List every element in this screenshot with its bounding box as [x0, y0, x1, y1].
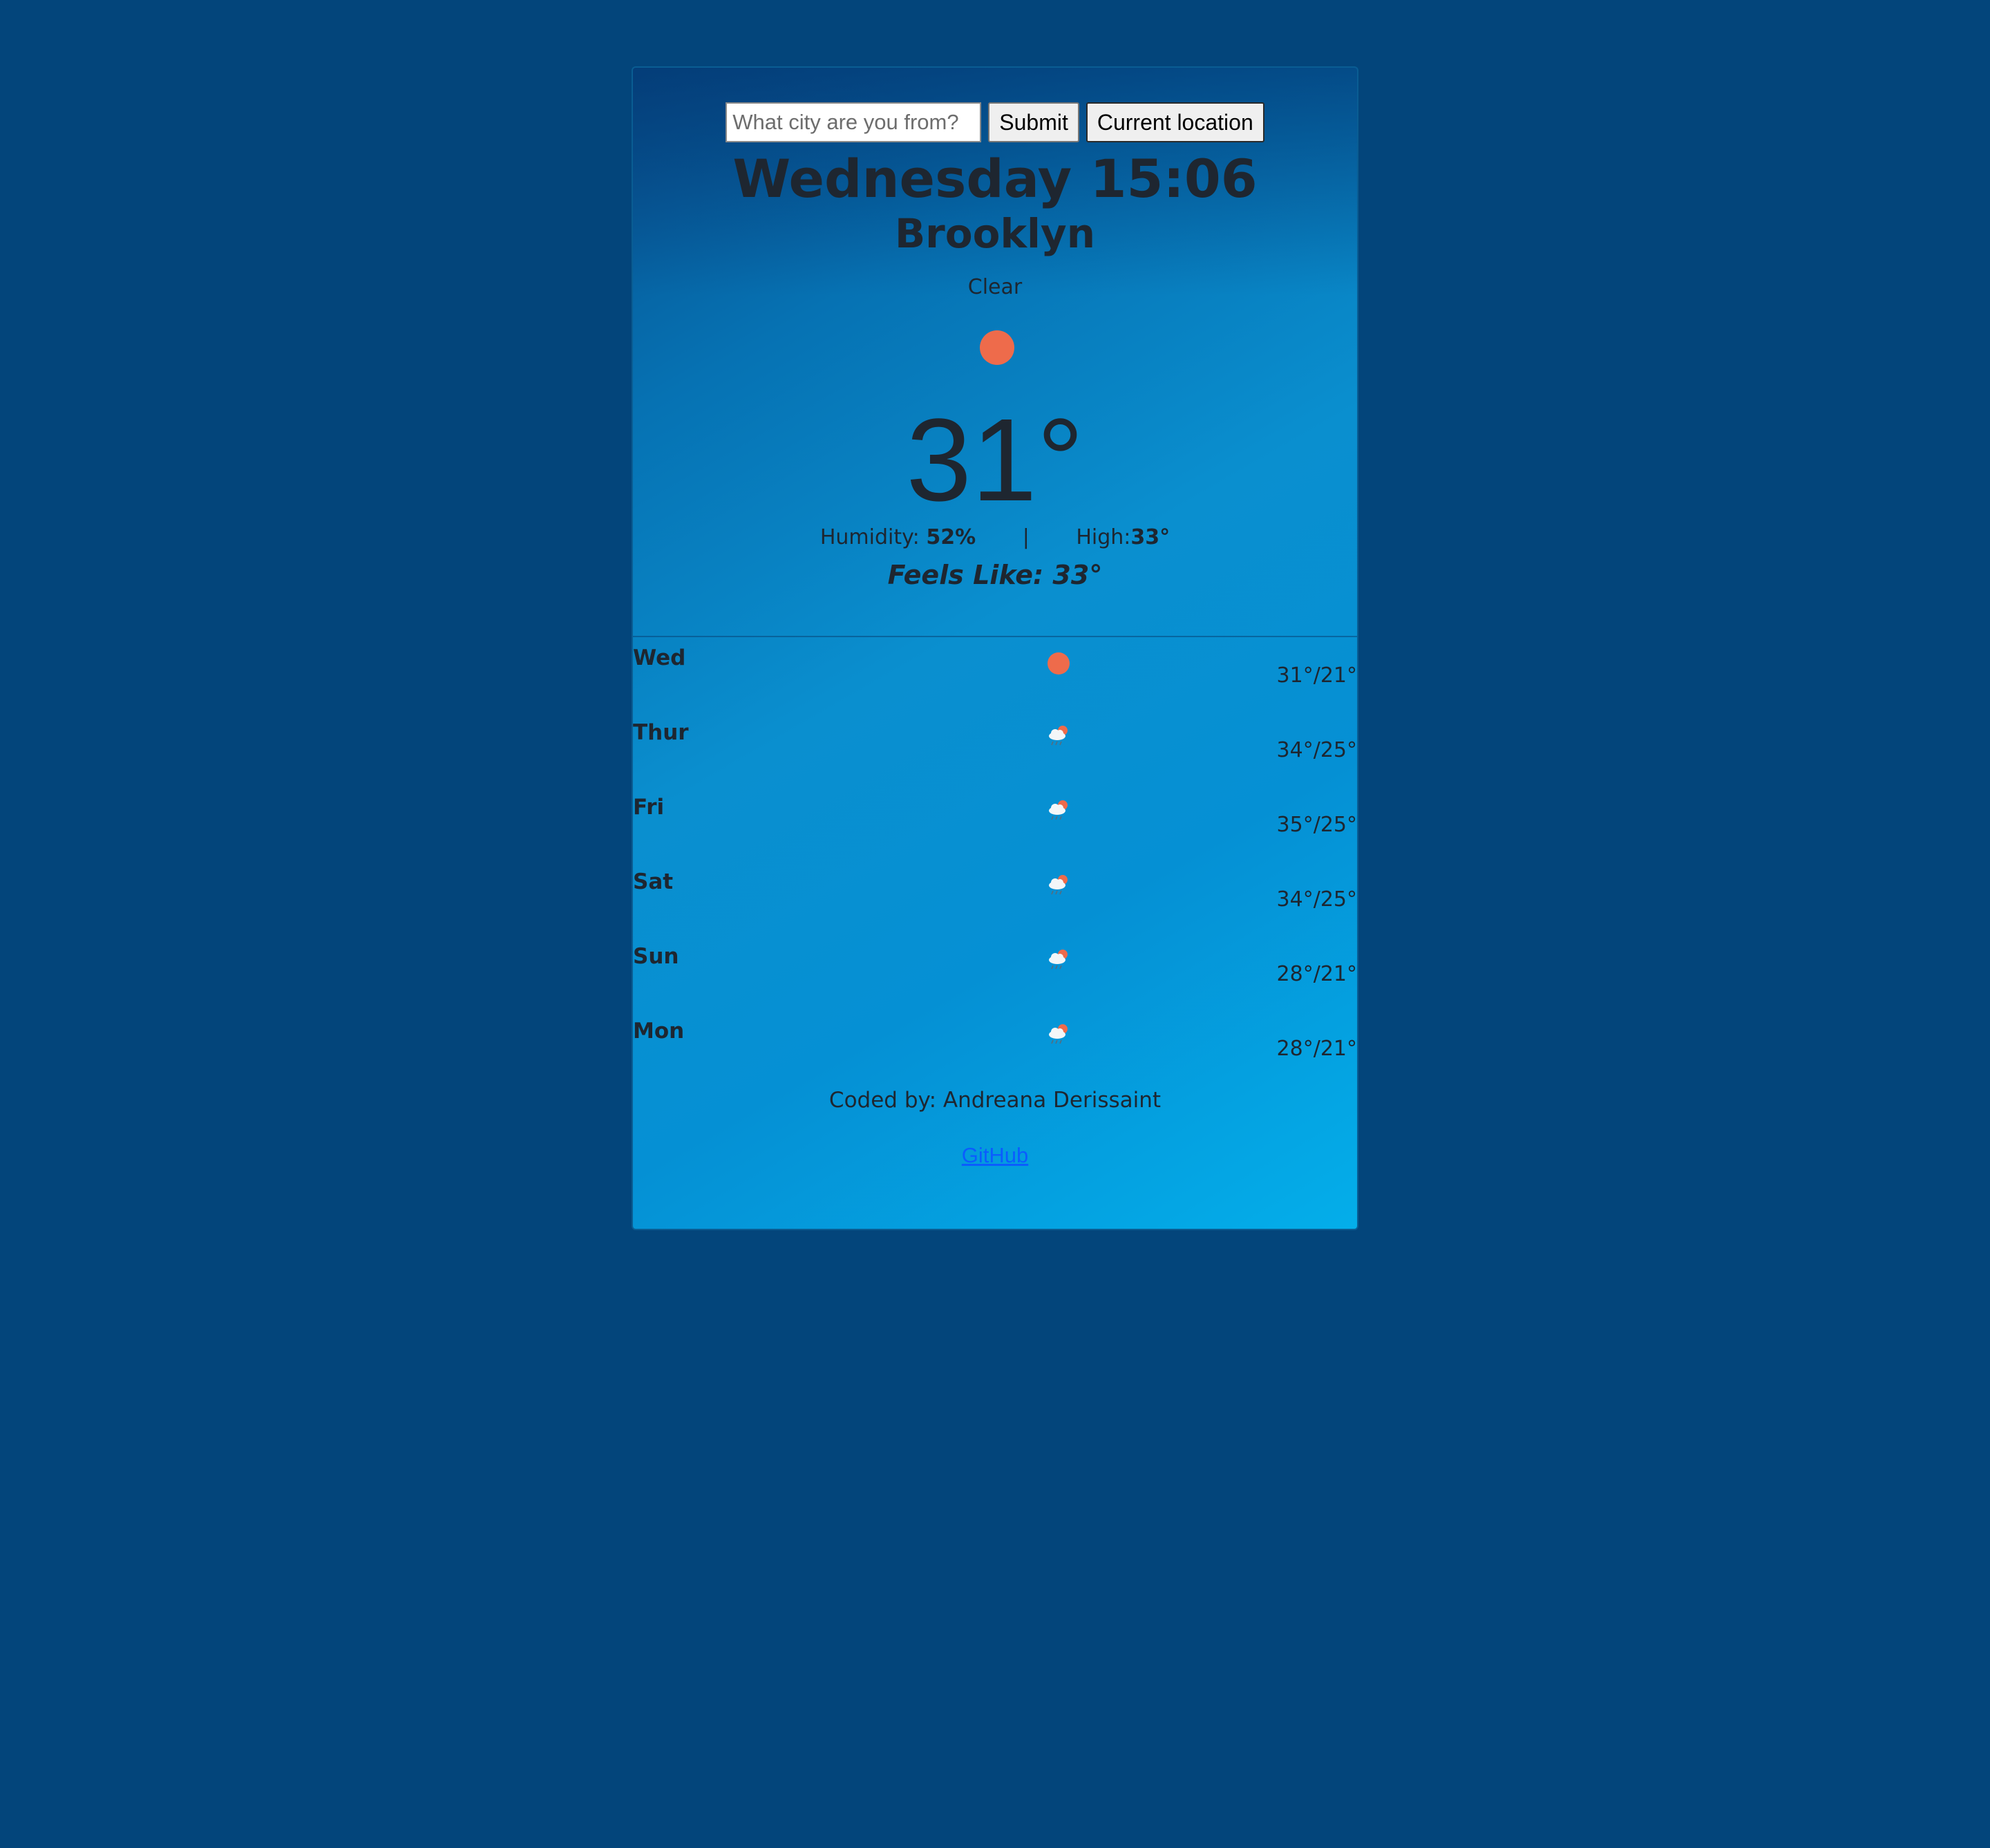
sun-icon	[1048, 652, 1070, 675]
forecast-list: Wed 31°/21° Thur 34°/25° Fri 35°/25° Sat…	[633, 645, 1357, 1093]
weather-stats: Humidity: 52% | High:33°	[633, 525, 1357, 549]
forecast-temps: 34°/25°	[1276, 738, 1357, 762]
forecast-day: Thur	[633, 720, 689, 745]
forecast-row: Sat 34°/25°	[633, 869, 1357, 944]
current-temperature: 31°	[906, 395, 1084, 526]
forecast-day: Mon	[633, 1019, 685, 1044]
github-link-wrap: GitHub	[633, 1143, 1357, 1168]
forecast-row: Thur 34°/25°	[633, 720, 1357, 795]
cloud-sun-rain-icon	[1049, 875, 1068, 895]
weather-card: Submit Current location Wednesday 15:06 …	[632, 66, 1358, 1230]
feels-like: Feels Like: 33°	[887, 560, 1103, 590]
current-day-time: Wednesday 15:06	[732, 148, 1258, 209]
forecast-row: Fri 35°/25°	[633, 795, 1357, 869]
forecast-row: Wed 31°/21°	[633, 645, 1357, 720]
forecast-row: Mon 28°/21°	[633, 1019, 1357, 1093]
cloud-sun-rain-icon	[1049, 800, 1068, 820]
city-search-input[interactable]	[726, 102, 982, 142]
forecast-temps: 31°/21°	[1276, 663, 1357, 688]
search-form: Submit Current location	[633, 102, 1357, 142]
forecast-day: Sun	[633, 944, 679, 969]
forecast-row: Sun 28°/21°	[633, 944, 1357, 1019]
city-name: Brooklyn	[894, 210, 1096, 257]
coded-by: Coded by: Andreana Derissaint	[828, 1088, 1162, 1113]
stats-separator: |	[1022, 525, 1030, 549]
high-value: 33°	[1130, 525, 1171, 549]
high-label: High:	[1076, 525, 1131, 549]
divider	[633, 636, 1357, 637]
github-link[interactable]: GitHub	[962, 1143, 1028, 1167]
sun-icon	[980, 330, 1014, 365]
forecast-day: Sat	[633, 869, 674, 894]
humidity-label: Humidity:	[819, 525, 920, 549]
forecast-day: Fri	[633, 795, 665, 820]
cloud-sun-rain-icon	[1049, 726, 1068, 746]
cloud-sun-rain-icon	[1049, 950, 1068, 970]
cloud-sun-rain-icon	[1049, 1024, 1068, 1044]
forecast-temps: 34°/25°	[1276, 887, 1357, 912]
page: { "search": { "placeholder": "What city …	[0, 0, 1990, 1848]
humidity-value: 52%	[926, 525, 976, 549]
forecast-temps: 28°/21°	[1276, 962, 1357, 986]
weather-description: Clear	[967, 275, 1023, 299]
current-location-button[interactable]: Current location	[1086, 102, 1264, 142]
forecast-day: Wed	[633, 645, 686, 670]
forecast-temps: 35°/25°	[1276, 813, 1357, 837]
submit-button[interactable]: Submit	[988, 102, 1079, 142]
forecast-temps: 28°/21°	[1276, 1037, 1357, 1061]
